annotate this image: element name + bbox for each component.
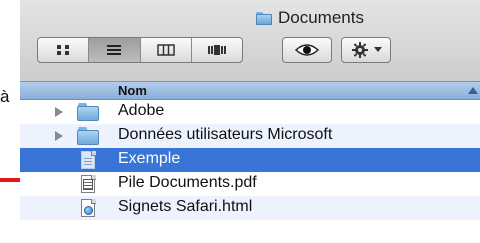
html-file-icon — [77, 199, 99, 217]
name-column-header[interactable]: Nom — [20, 82, 480, 100]
window-title-text: Documents — [278, 8, 364, 27]
folder-icon — [77, 127, 99, 145]
disclosure-triangle-icon[interactable] — [55, 131, 63, 141]
sort-ascending-icon — [468, 87, 478, 94]
list-icon — [107, 45, 122, 55]
folder-icon — [256, 11, 272, 25]
folder-icon — [77, 103, 99, 121]
action-menu-button[interactable] — [341, 37, 391, 63]
list-item[interactable]: Données utilisateurs Microsoft — [20, 124, 480, 148]
grid-icon — [57, 45, 70, 55]
document-icon — [77, 151, 99, 169]
file-name: Adobe — [118, 102, 165, 119]
file-name: Données utilisateurs Microsoft — [118, 126, 333, 143]
columns-icon — [156, 44, 175, 56]
file-name: Exemple — [118, 150, 181, 167]
chevron-down-icon — [373, 47, 382, 52]
toolbar: Documents — [20, 0, 480, 82]
coverflow-view-button[interactable] — [192, 38, 242, 62]
disclosure-triangle-icon[interactable] — [55, 107, 63, 117]
list-item[interactable]: Pile Documents.pdf — [20, 172, 480, 196]
list-item[interactable]: Signets Safari.html — [20, 196, 480, 220]
view-mode-selector — [37, 37, 243, 63]
list-item[interactable]: Adobe — [20, 100, 480, 124]
window-title: Documents — [256, 8, 364, 28]
finder-window: Documents Nom Adobe Données utilisateurs… — [20, 0, 480, 243]
column-header-label: Nom — [118, 83, 147, 98]
file-name: Signets Safari.html — [118, 198, 253, 215]
quick-look-button[interactable] — [282, 37, 332, 63]
eye-icon — [295, 44, 319, 56]
column-view-button[interactable] — [141, 38, 192, 62]
list-view-button[interactable] — [89, 38, 141, 62]
list-item-selected[interactable]: Exemple — [20, 148, 480, 172]
icon-view-button[interactable] — [38, 38, 90, 62]
file-name: Pile Documents.pdf — [118, 174, 257, 191]
coverflow-icon — [207, 45, 226, 55]
gear-icon — [351, 42, 368, 58]
stray-text: à — [0, 87, 10, 106]
file-list: Nom Adobe Données utilisateurs Microsoft… — [20, 82, 480, 220]
pdf-icon — [77, 175, 99, 193]
